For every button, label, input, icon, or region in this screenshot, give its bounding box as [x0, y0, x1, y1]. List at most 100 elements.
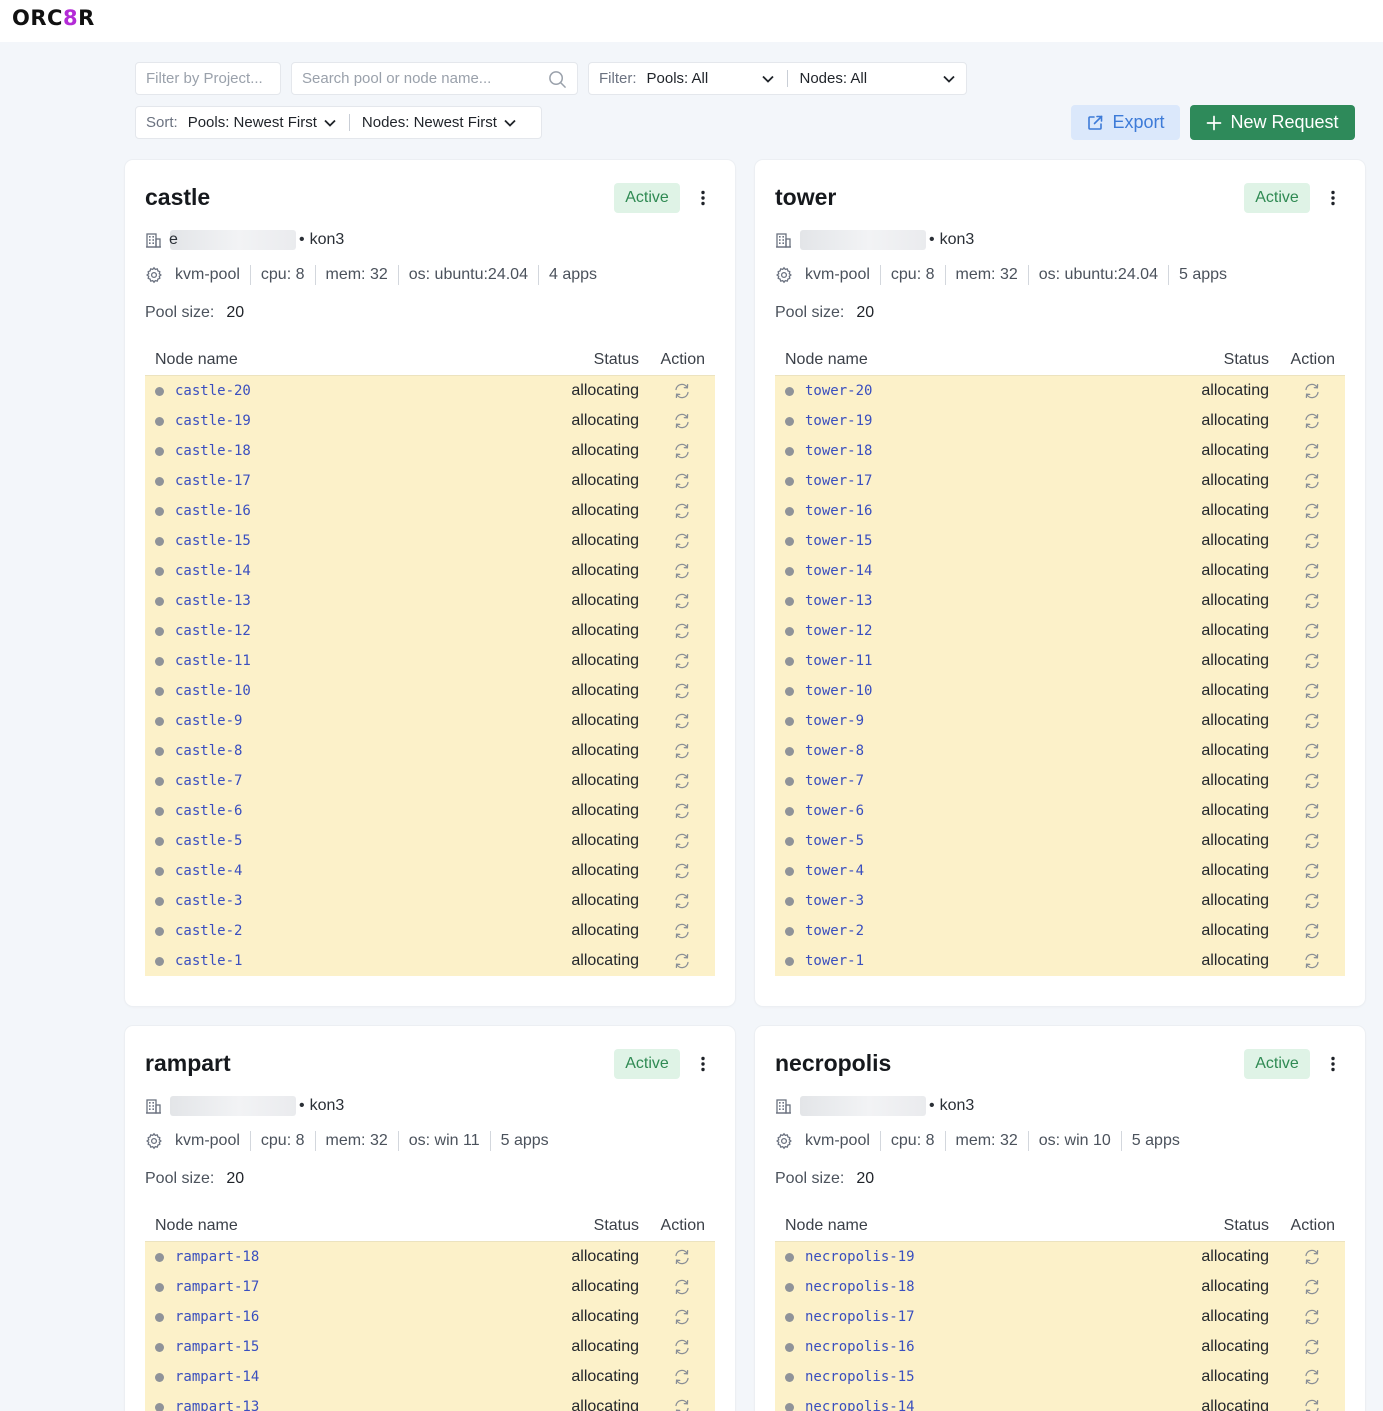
- refresh-icon[interactable]: [1303, 1368, 1321, 1386]
- refresh-icon[interactable]: [673, 502, 691, 520]
- node-name-link[interactable]: rampart-15: [175, 1339, 259, 1355]
- refresh-icon[interactable]: [1303, 892, 1321, 910]
- refresh-icon[interactable]: [1303, 952, 1321, 970]
- pool-title[interactable]: castle: [145, 184, 210, 211]
- refresh-icon[interactable]: [1303, 502, 1321, 520]
- node-name-link[interactable]: castle-16: [175, 503, 251, 519]
- node-name-link[interactable]: castle-6: [175, 803, 242, 819]
- pool-title[interactable]: tower: [775, 184, 836, 211]
- refresh-icon[interactable]: [1303, 412, 1321, 430]
- node-name-link[interactable]: castle-11: [175, 653, 251, 669]
- node-name-link[interactable]: castle-19: [175, 413, 251, 429]
- nodes-filter-select[interactable]: Nodes: All: [800, 70, 956, 87]
- node-name-link[interactable]: necropolis-19: [805, 1249, 915, 1265]
- node-name-link[interactable]: tower-16: [805, 503, 872, 519]
- refresh-icon[interactable]: [673, 532, 691, 550]
- nodes-sort-select[interactable]: Nodes: Newest First: [362, 114, 517, 131]
- refresh-icon[interactable]: [1303, 382, 1321, 400]
- refresh-icon[interactable]: [1303, 1278, 1321, 1296]
- more-options-icon[interactable]: [1330, 1056, 1336, 1072]
- node-name-link[interactable]: castle-14: [175, 563, 251, 579]
- node-name-link[interactable]: rampart-14: [175, 1369, 259, 1385]
- node-name-link[interactable]: tower-15: [805, 533, 872, 549]
- app-logo[interactable]: ORC8R: [12, 6, 95, 30]
- refresh-icon[interactable]: [673, 772, 691, 790]
- refresh-icon[interactable]: [1303, 922, 1321, 940]
- node-name-link[interactable]: castle-10: [175, 683, 251, 699]
- node-name-link[interactable]: castle-12: [175, 623, 251, 639]
- refresh-icon[interactable]: [673, 562, 691, 580]
- refresh-icon[interactable]: [1303, 832, 1321, 850]
- node-name-link[interactable]: tower-18: [805, 443, 872, 459]
- refresh-icon[interactable]: [1303, 1308, 1321, 1326]
- node-name-link[interactable]: castle-17: [175, 473, 251, 489]
- node-name-link[interactable]: rampart-13: [175, 1399, 259, 1411]
- refresh-icon[interactable]: [673, 922, 691, 940]
- refresh-icon[interactable]: [673, 862, 691, 880]
- refresh-icon[interactable]: [673, 742, 691, 760]
- node-name-link[interactable]: castle-13: [175, 593, 251, 609]
- export-button[interactable]: Export: [1071, 105, 1180, 140]
- node-name-link[interactable]: castle-18: [175, 443, 251, 459]
- refresh-icon[interactable]: [1303, 652, 1321, 670]
- node-name-link[interactable]: necropolis-17: [805, 1309, 915, 1325]
- node-name-link[interactable]: castle-1: [175, 953, 242, 969]
- node-name-link[interactable]: rampart-17: [175, 1279, 259, 1295]
- pools-filter-select[interactable]: Pools: All: [647, 70, 775, 87]
- node-name-link[interactable]: tower-1: [805, 953, 864, 969]
- refresh-icon[interactable]: [673, 1278, 691, 1296]
- more-options-icon[interactable]: [700, 190, 706, 206]
- node-name-link[interactable]: necropolis-16: [805, 1339, 915, 1355]
- refresh-icon[interactable]: [673, 592, 691, 610]
- node-name-link[interactable]: tower-12: [805, 623, 872, 639]
- node-name-link[interactable]: rampart-18: [175, 1249, 259, 1265]
- pool-title[interactable]: rampart: [145, 1050, 231, 1077]
- refresh-icon[interactable]: [673, 712, 691, 730]
- node-name-link[interactable]: necropolis-18: [805, 1279, 915, 1295]
- node-name-link[interactable]: castle-9: [175, 713, 242, 729]
- node-name-link[interactable]: tower-19: [805, 413, 872, 429]
- refresh-icon[interactable]: [673, 682, 691, 700]
- refresh-icon[interactable]: [1303, 772, 1321, 790]
- refresh-icon[interactable]: [673, 382, 691, 400]
- node-name-link[interactable]: tower-2: [805, 923, 864, 939]
- new-request-button[interactable]: New Request: [1190, 105, 1355, 140]
- node-name-link[interactable]: castle-4: [175, 863, 242, 879]
- node-name-link[interactable]: tower-20: [805, 383, 872, 399]
- refresh-icon[interactable]: [1303, 742, 1321, 760]
- node-name-link[interactable]: tower-7: [805, 773, 864, 789]
- node-name-link[interactable]: castle-15: [175, 533, 251, 549]
- node-name-link[interactable]: tower-10: [805, 683, 872, 699]
- node-name-link[interactable]: tower-4: [805, 863, 864, 879]
- refresh-icon[interactable]: [1303, 562, 1321, 580]
- refresh-icon[interactable]: [1303, 1398, 1321, 1411]
- refresh-icon[interactable]: [673, 892, 691, 910]
- refresh-icon[interactable]: [673, 1338, 691, 1356]
- node-name-link[interactable]: rampart-16: [175, 1309, 259, 1325]
- node-name-link[interactable]: castle-20: [175, 383, 251, 399]
- refresh-icon[interactable]: [673, 472, 691, 490]
- refresh-icon[interactable]: [1303, 472, 1321, 490]
- refresh-icon[interactable]: [1303, 1338, 1321, 1356]
- search-input[interactable]: Search pool or node name...: [291, 62, 578, 95]
- refresh-icon[interactable]: [1303, 622, 1321, 640]
- node-name-link[interactable]: tower-8: [805, 743, 864, 759]
- pool-title[interactable]: necropolis: [775, 1050, 891, 1077]
- node-name-link[interactable]: tower-3: [805, 893, 864, 909]
- refresh-icon[interactable]: [673, 802, 691, 820]
- refresh-icon[interactable]: [1303, 442, 1321, 460]
- node-name-link[interactable]: castle-5: [175, 833, 242, 849]
- node-name-link[interactable]: tower-17: [805, 473, 872, 489]
- node-name-link[interactable]: castle-3: [175, 893, 242, 909]
- refresh-icon[interactable]: [673, 412, 691, 430]
- node-name-link[interactable]: tower-9: [805, 713, 864, 729]
- refresh-icon[interactable]: [673, 622, 691, 640]
- pools-sort-select[interactable]: Pools: Newest First: [188, 114, 337, 131]
- refresh-icon[interactable]: [1303, 802, 1321, 820]
- refresh-icon[interactable]: [1303, 1248, 1321, 1266]
- refresh-icon[interactable]: [673, 952, 691, 970]
- node-name-link[interactable]: tower-13: [805, 593, 872, 609]
- refresh-icon[interactable]: [1303, 682, 1321, 700]
- refresh-icon[interactable]: [1303, 592, 1321, 610]
- refresh-icon[interactable]: [673, 1248, 691, 1266]
